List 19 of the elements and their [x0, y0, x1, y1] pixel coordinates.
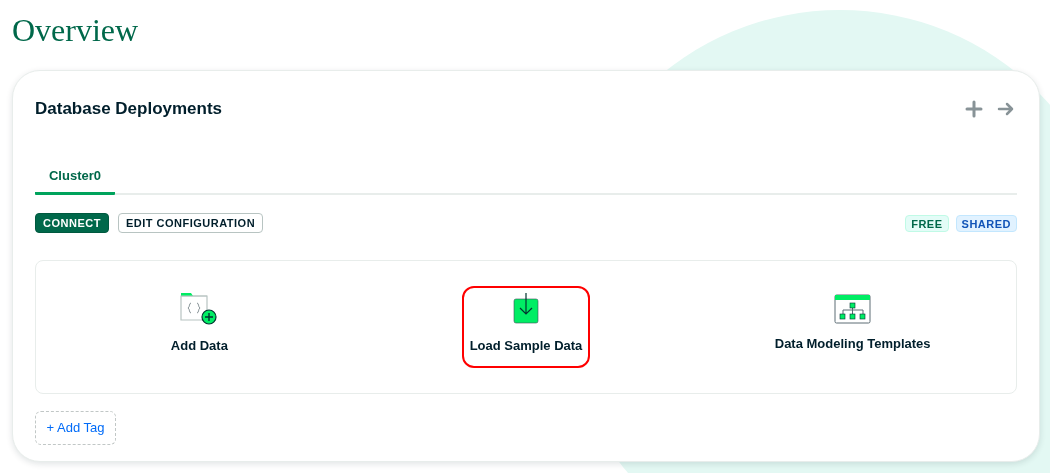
hierarchy-icon: [833, 294, 872, 325]
page-title: Overview: [12, 11, 140, 50]
add-tag-button[interactable]: + Add Tag: [35, 411, 116, 445]
arrow-right-icon[interactable]: [997, 101, 1015, 117]
connect-button[interactable]: CONNECT: [35, 213, 109, 233]
folder-icon: [180, 292, 219, 327]
plus-icon[interactable]: [965, 100, 983, 118]
action-label: Data Modeling Templates: [774, 335, 931, 354]
card-title: Database Deployments: [35, 98, 223, 121]
badge: FREE: [905, 214, 949, 232]
action-tile[interactable]: Data Modeling Templates: [768, 288, 937, 366]
action-label: Load Sample Data: [469, 337, 583, 356]
download-icon: [513, 292, 539, 327]
action-tile[interactable]: Add Data: [164, 286, 234, 368]
action-tile[interactable]: Load Sample Data: [461, 286, 591, 368]
edit-configuration-button[interactable]: EDIT CONFIGURATION: [117, 213, 264, 233]
tab[interactable]: Cluster0: [35, 159, 115, 195]
badge: SHARED: [955, 214, 1017, 232]
action-label: Add Data: [170, 337, 228, 356]
